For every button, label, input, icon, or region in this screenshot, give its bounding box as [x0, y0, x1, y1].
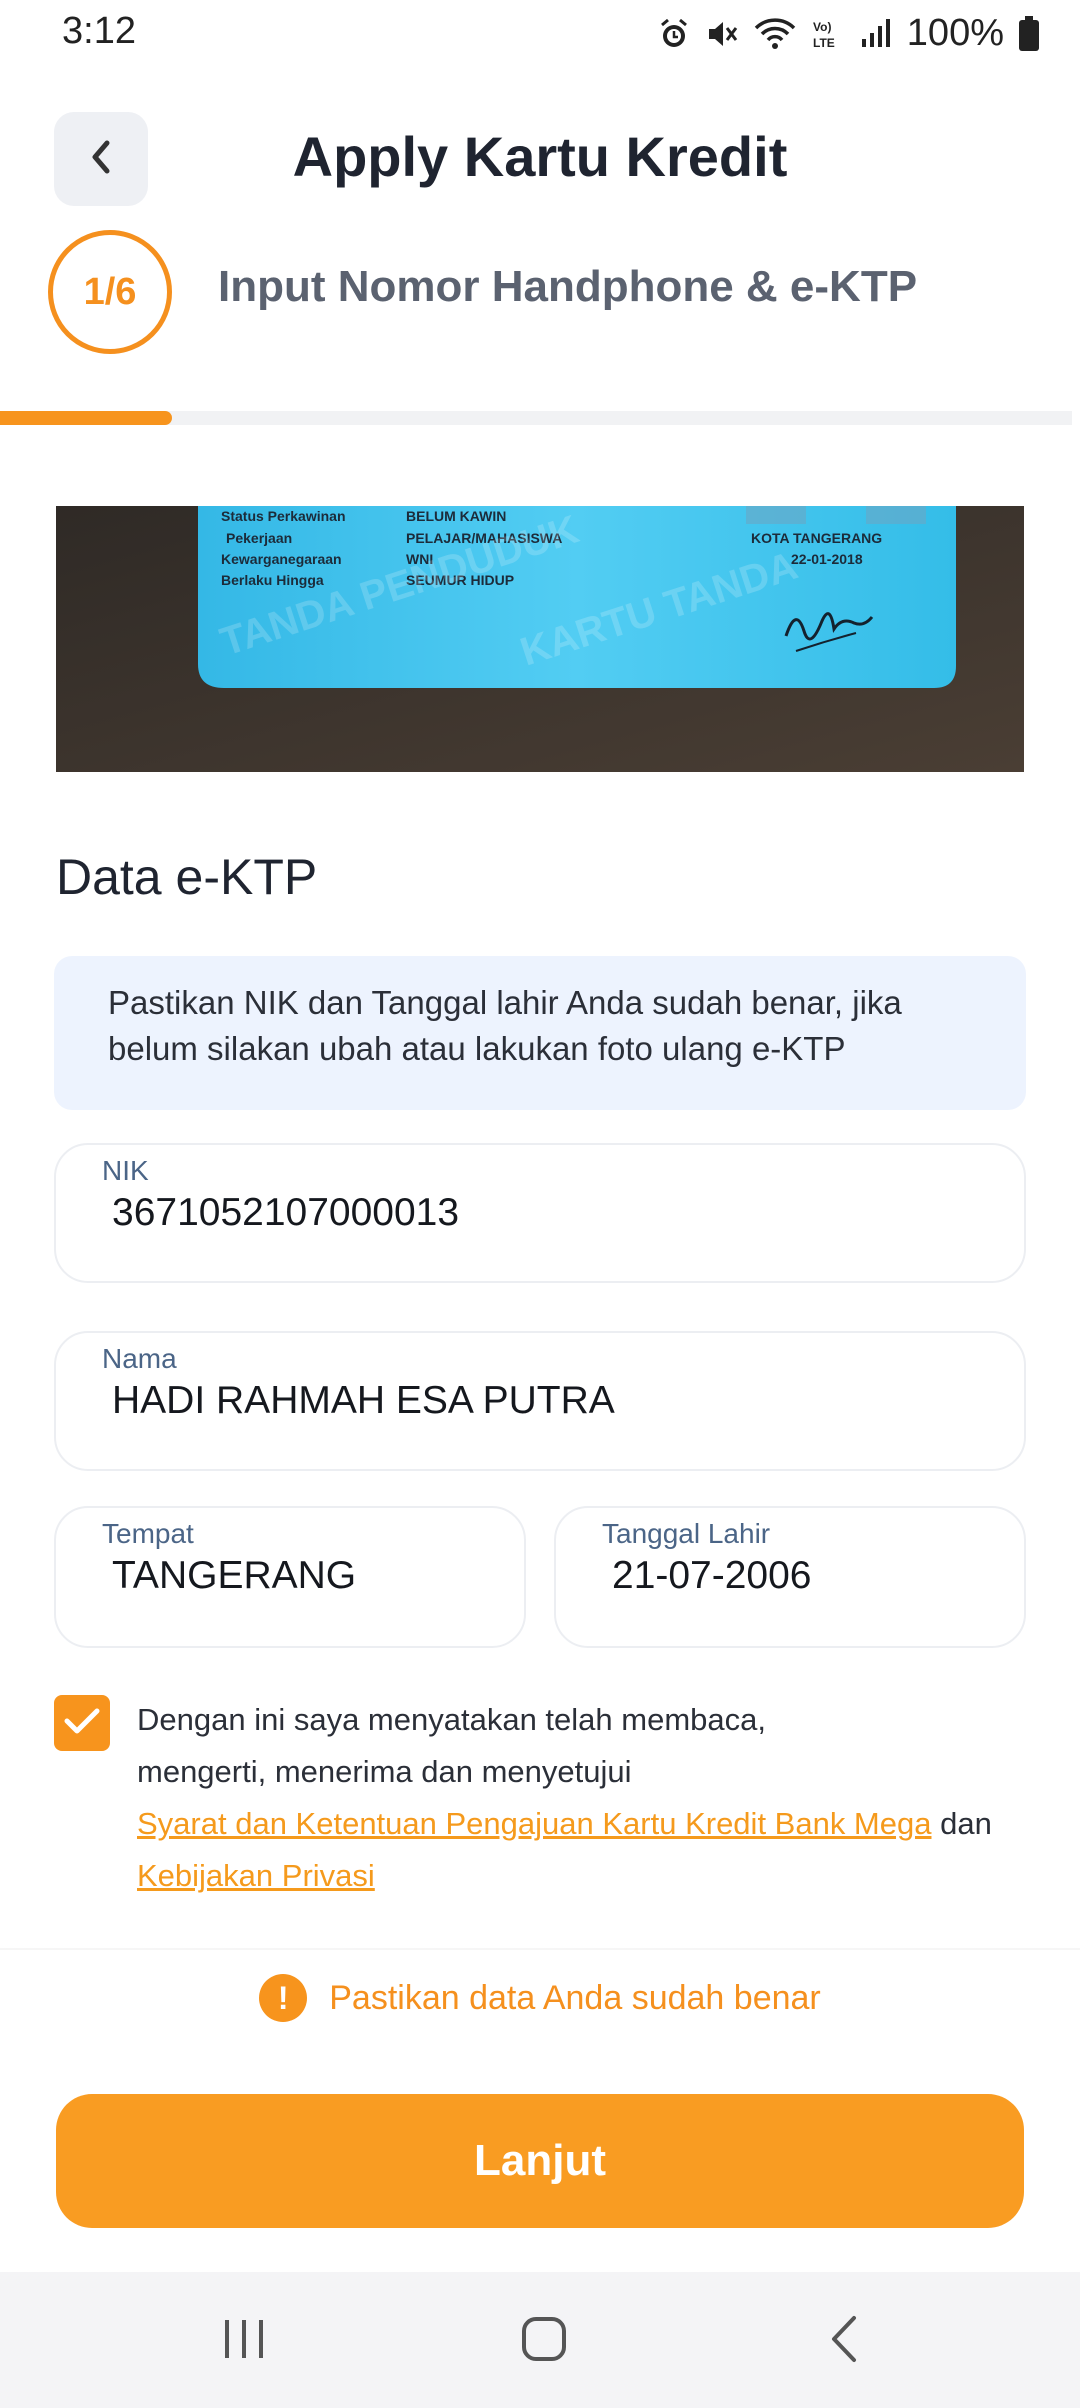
home-icon — [519, 2314, 569, 2369]
status-bar: 3:12 Vo) LTE 100% — [0, 0, 1080, 70]
card-label: Status Perkawinan — [221, 508, 346, 524]
card-value: BELUM KAWIN — [406, 508, 506, 524]
page-title: Apply Kartu Kredit — [292, 125, 788, 188]
consent-conjunction: dan — [940, 1806, 992, 1841]
recents-icon — [221, 2316, 267, 2367]
step-label: Input Nomor Handphone & e-KTP — [218, 262, 918, 311]
tempat-label: Tempat — [102, 1518, 194, 1549]
privacy-link[interactable]: Kebijakan Privasi — [137, 1858, 375, 1893]
tanggal-lahir-value[interactable]: 21-07-2006 — [612, 1554, 812, 1598]
mute-icon — [705, 17, 739, 51]
card-label: Pekerjaan — [226, 530, 292, 546]
warning-text: Pastikan data Anda sudah benar — [329, 1978, 821, 2017]
tanggal-lahir-label: Tanggal Lahir — [602, 1518, 771, 1549]
consent-checkbox[interactable] — [54, 1695, 110, 1751]
ektp-photo: Status Perkawinan Pekerjaan Kewarganegar… — [56, 506, 1024, 772]
progress-fill — [0, 411, 172, 425]
warning-message: ! Pastikan data Anda sudah benar — [0, 1974, 1080, 2022]
info-box: Pastikan NIK dan Tanggal lahir Anda suda… — [54, 956, 1026, 1110]
card-date: 22-01-2018 — [791, 551, 863, 567]
nik-field[interactable]: NIK 3671052107000013 — [54, 1143, 1026, 1283]
battery-text: 100% — [906, 12, 1004, 54]
section-title: Data e-KTP — [56, 849, 318, 905]
consent-text: Dengan ini saya menyatakan telah membaca… — [137, 1694, 1017, 1902]
info-text: Pastikan NIK dan Tanggal lahir Anda suda… — [108, 984, 902, 1067]
card-label: Berlaku Hingga — [221, 572, 324, 588]
tempat-field[interactable]: Tempat TANGERANG — [54, 1506, 526, 1648]
tempat-value[interactable]: TANGERANG — [112, 1554, 356, 1598]
signal-icon — [859, 17, 893, 51]
alarm-icon — [657, 17, 691, 51]
battery-icon — [1018, 15, 1040, 52]
exclamation-icon: ! — [259, 1974, 308, 2022]
status-icons: Vo) LTE 100% — [657, 12, 1040, 55]
recents-button[interactable] — [204, 2306, 284, 2376]
progress-bar — [0, 411, 1072, 425]
home-button[interactable] — [504, 2306, 584, 2376]
card-label: Kewarganegaraan — [221, 551, 342, 567]
nik-value[interactable]: 3671052107000013 — [112, 1191, 459, 1235]
nik-label: NIK — [102, 1155, 149, 1186]
consent-line-1: Dengan ini saya menyatakan telah membaca… — [137, 1702, 766, 1737]
checkmark-icon — [63, 1706, 101, 1741]
nama-field[interactable]: Nama HADI RAHMAH ESA PUTRA — [54, 1331, 1026, 1471]
lanjut-button[interactable]: Lanjut — [56, 2094, 1024, 2228]
volte-icon: Vo) LTE — [811, 17, 845, 51]
consent-line-2: mengerti, menerima dan menyetujui — [137, 1754, 632, 1789]
card-city: KOTA TANGERANG — [751, 530, 882, 546]
svg-text:Vo): Vo) — [813, 20, 831, 34]
nav-back-button[interactable] — [806, 2306, 886, 2376]
tanggal-lahir-field[interactable]: Tanggal Lahir 21-07-2006 — [554, 1506, 1026, 1648]
nama-label: Nama — [102, 1343, 177, 1374]
svg-text:LTE: LTE — [813, 36, 835, 50]
system-nav-bar — [0, 2272, 1080, 2408]
terms-link[interactable]: Syarat dan Ketentuan Pengajuan Kartu Kre… — [137, 1806, 931, 1841]
step-indicator: 1/6 — [48, 230, 172, 354]
nama-value[interactable]: HADI RAHMAH ESA PUTRA — [112, 1379, 615, 1423]
back-icon — [826, 2314, 866, 2369]
wifi-icon — [753, 17, 797, 51]
status-time: 3:12 — [62, 10, 136, 52]
